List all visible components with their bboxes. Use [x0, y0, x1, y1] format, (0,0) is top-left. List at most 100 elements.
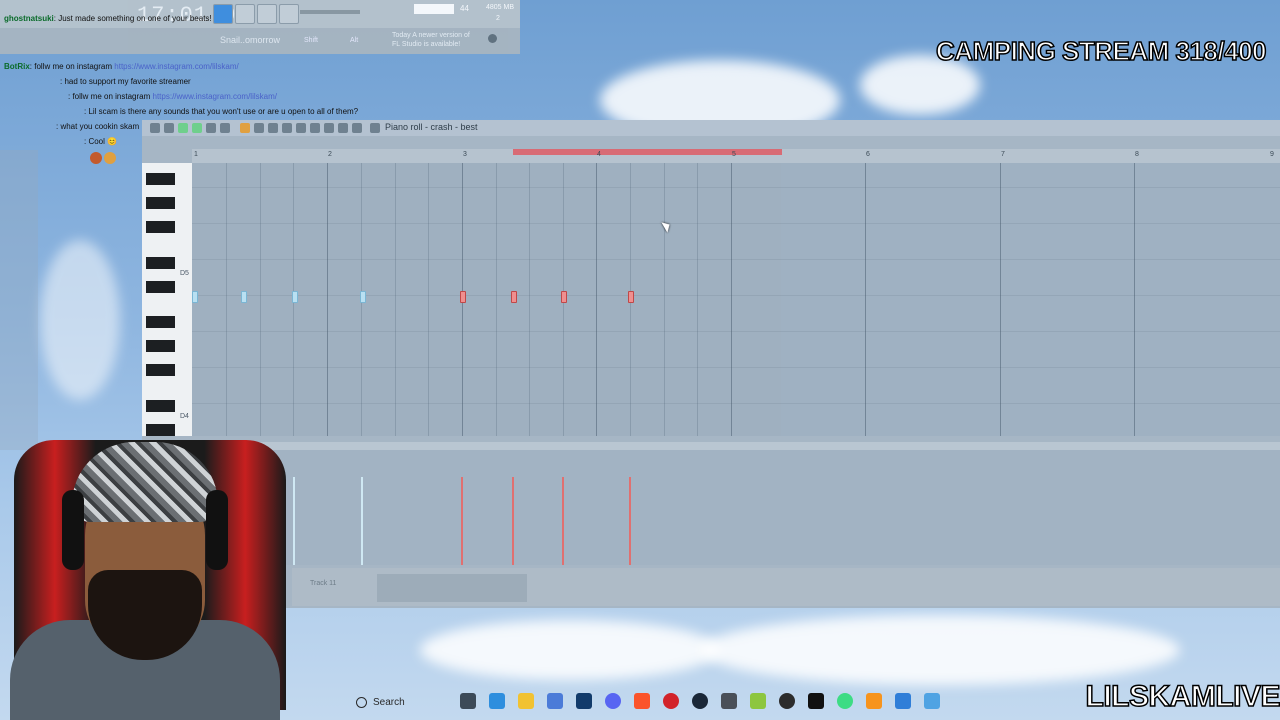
chat-link[interactable]: https://www.instagram.com/lilskam/: [114, 62, 238, 71]
chat-message: : what you cookin skam: [4, 122, 139, 131]
news-close-icon[interactable]: [488, 34, 497, 43]
back-arrow-icon[interactable]: [370, 123, 380, 133]
taskview-icon[interactable]: [460, 693, 476, 709]
fl-studio-icon[interactable]: [866, 693, 882, 709]
black-key[interactable]: [146, 316, 175, 328]
eraser-tool-icon[interactable]: [268, 123, 278, 133]
beat-line: [496, 163, 497, 436]
browser-panel[interactable]: [0, 150, 38, 450]
slice-tool-icon[interactable]: [296, 123, 306, 133]
midi-note[interactable]: [192, 291, 198, 303]
black-key[interactable]: [146, 257, 175, 269]
record-icon[interactable]: [206, 123, 216, 133]
midi-note-selected[interactable]: [511, 291, 517, 303]
velocity-bar[interactable]: [293, 477, 295, 565]
zoom-tool-icon[interactable]: [324, 123, 334, 133]
android-icon[interactable]: [837, 693, 853, 709]
4k-icon[interactable]: [779, 693, 795, 709]
velocity-bar[interactable]: [461, 477, 463, 565]
steam-icon[interactable]: [692, 693, 708, 709]
emote-icon: [90, 152, 102, 164]
midi-note[interactable]: [360, 291, 366, 303]
speaker-icon[interactable]: [352, 123, 362, 133]
opera-icon[interactable]: [663, 693, 679, 709]
search-icon: [356, 696, 367, 708]
horizontal-scrollbar[interactable]: [377, 574, 527, 602]
row-line: [192, 187, 1280, 188]
photoshop-icon[interactable]: [576, 693, 592, 709]
midi-note[interactable]: [292, 291, 298, 303]
black-key[interactable]: [146, 221, 175, 233]
ableton-icon[interactable]: [895, 693, 911, 709]
brave-icon[interactable]: [634, 693, 650, 709]
key-label-d5: D5: [180, 270, 189, 277]
discord-icon[interactable]: [605, 693, 621, 709]
edge-icon[interactable]: [489, 693, 505, 709]
bar-number: 8: [1135, 151, 1139, 158]
key-label-d4: D4: [180, 413, 189, 420]
chat-link[interactable]: https://www.instagram.com/lilskam/: [153, 92, 277, 101]
bar-line: [327, 163, 328, 436]
midi-note-selected[interactable]: [628, 291, 634, 303]
memory-sub-value: 2: [496, 15, 500, 22]
channel-watermark: LILSKAMLIVE: [1085, 679, 1280, 714]
black-key[interactable]: [146, 197, 175, 209]
beat-line: [260, 163, 261, 436]
brush-tool-icon[interactable]: [240, 123, 250, 133]
stamp-icon[interactable]: [178, 123, 188, 133]
timeline-ruler[interactable]: 1 2 3 4 5 6 7 8 9: [192, 149, 1280, 163]
bar-line: [1134, 163, 1135, 436]
row-line: [192, 367, 1280, 368]
black-key[interactable]: [146, 364, 175, 376]
black-key[interactable]: [146, 400, 175, 412]
black-key[interactable]: [146, 281, 175, 293]
notepad-icon[interactable]: [924, 693, 940, 709]
background-cloud: [420, 620, 720, 680]
black-key[interactable]: [146, 340, 175, 352]
search-label: Search: [373, 696, 405, 708]
midi-note[interactable]: [241, 291, 247, 303]
velocity-bar[interactable]: [629, 477, 631, 565]
chat-message: : had to support my favorite streamer: [4, 77, 191, 86]
piano-roll-titlebar[interactable]: Piano roll - crash - best: [142, 120, 1280, 136]
pencil-tool-icon[interactable]: [254, 123, 264, 133]
black-key[interactable]: [146, 173, 175, 185]
note-grid[interactable]: [192, 163, 1280, 436]
lime-icon[interactable]: [750, 693, 766, 709]
bar-line: [596, 163, 597, 436]
tempo-value[interactable]: 44: [460, 4, 469, 13]
stream-title-overlay: CAMPING STREAM 318/400: [935, 35, 1267, 67]
velocity-lane[interactable]: [192, 450, 1280, 565]
select-tool-icon[interactable]: [310, 123, 320, 133]
beat-line: [428, 163, 429, 436]
row-line: [192, 295, 1280, 296]
chat-username: ghostnatsuki: [4, 14, 54, 23]
chat-text: : Lil scam is there any sounds that you …: [84, 107, 359, 116]
playback-tool-icon[interactable]: [338, 123, 348, 133]
menu-arrow-icon[interactable]: [150, 123, 160, 133]
midi-note-selected[interactable]: [460, 291, 466, 303]
velocity-divider[interactable]: [142, 442, 1280, 450]
magnet-icon[interactable]: [164, 123, 174, 133]
loop-region[interactable]: [513, 149, 782, 155]
taskbar-search[interactable]: Search: [352, 690, 448, 714]
capcut-icon[interactable]: [808, 693, 824, 709]
cpu-meter: [414, 4, 454, 14]
piano-keyboard[interactable]: D5 D4: [142, 163, 192, 436]
velocity-bar[interactable]: [562, 477, 564, 565]
files-icon[interactable]: [518, 693, 534, 709]
draw-tool-icon[interactable]: [192, 123, 202, 133]
windows-taskbar: Search: [352, 688, 972, 716]
app-icon[interactable]: [721, 693, 737, 709]
beat-line: [226, 163, 227, 436]
chat-text: : follw me on instagram: [29, 62, 113, 71]
midi-note-selected[interactable]: [561, 291, 567, 303]
bar-number: 6: [866, 151, 870, 158]
velocity-bar[interactable]: [361, 477, 363, 565]
bar-line: [731, 163, 732, 436]
chat-text: : had to support my favorite streamer: [60, 77, 191, 86]
undo-icon[interactable]: [220, 123, 230, 133]
velocity-bar[interactable]: [512, 477, 514, 565]
store-icon[interactable]: [547, 693, 563, 709]
mute-tool-icon[interactable]: [282, 123, 292, 133]
